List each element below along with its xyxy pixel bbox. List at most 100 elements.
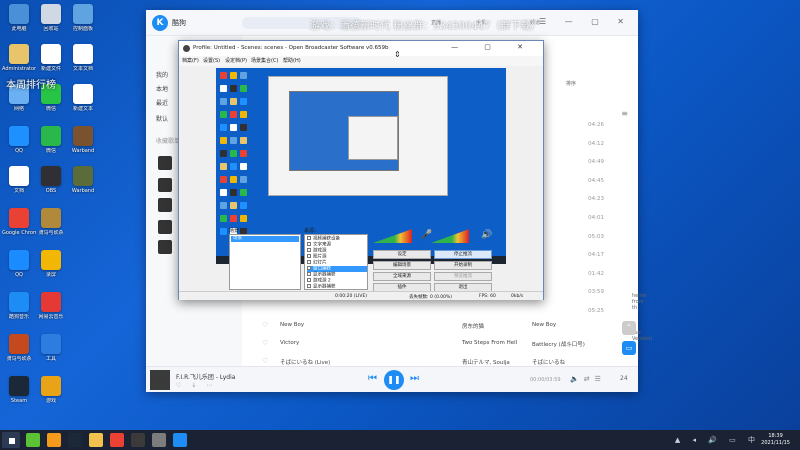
source-item[interactable]: 显示器捕获	[307, 284, 367, 289]
song-row[interactable]: ♡ Victory Two Steps From Hell Battlecry (战斗…	[262, 338, 602, 350]
desktop-icon[interactable]: 文本文档	[66, 44, 100, 82]
pause-button[interactable]: ❚❚	[384, 370, 404, 390]
desktop-icon[interactable]: 微信	[34, 126, 68, 164]
desktop-icon[interactable]: Warband	[66, 126, 100, 164]
sidebar-item-mine[interactable]: 我的	[156, 70, 168, 79]
desktop-icon[interactable]: QQ	[2, 250, 36, 288]
taskbar-app-game-icon[interactable]	[131, 433, 145, 447]
song-title: New Boy	[280, 322, 305, 328]
source-checkbox[interactable]	[307, 278, 311, 282]
song-title: Victory	[280, 340, 300, 346]
like-icon[interactable]: ♡	[262, 339, 268, 347]
global-sources-button[interactable]: 全域来源	[373, 272, 431, 281]
preview-icon	[220, 150, 227, 157]
now-playing-actions[interactable]: ♡ ↓ ⋯	[176, 382, 216, 389]
playlist-thumb[interactable]	[158, 220, 172, 234]
desktop-icon[interactable]: 骑马与砍杀	[2, 334, 36, 372]
scenes-list[interactable]: 场景	[229, 234, 301, 290]
source-checkbox[interactable]	[307, 248, 311, 252]
menu-scene-collection[interactable]: 场景集合(C)	[251, 57, 278, 64]
source-label: 幻灯片	[313, 260, 327, 266]
desktop-icon[interactable]: Google Chrome	[2, 208, 36, 246]
next-icon[interactable]: ⏭	[410, 373, 419, 384]
taskbar-app-obs-icon[interactable]	[152, 433, 166, 447]
volume-icon[interactable]: 🔈⇄☰	[570, 375, 606, 383]
speaker-icon[interactable]: 🔊	[481, 230, 492, 240]
desktop-icon[interactable]: Steam	[2, 376, 36, 414]
desktop-icon[interactable]: 网易云音乐	[34, 292, 68, 330]
source-checkbox[interactable]	[307, 236, 311, 240]
taskbar-app-chrome-icon[interactable]	[110, 433, 124, 447]
album-art[interactable]	[150, 370, 170, 390]
preview-icon	[220, 85, 227, 92]
windows-logo-icon	[9, 438, 15, 444]
scene-item[interactable]: 场景	[231, 236, 299, 242]
clock[interactable]: 18:39 2021/11/15	[761, 433, 790, 447]
preview-icon	[240, 111, 247, 118]
desktop-icon[interactable]: 文档	[2, 166, 36, 204]
scroll-top-icon[interactable]: ⌃	[622, 321, 636, 335]
song-row[interactable]: ♡ New Boy 房东的猫 New Boy	[262, 320, 602, 332]
window-controls[interactable]: ☰ — ▢ ✕	[539, 17, 632, 26]
desktop-icon[interactable]: 骑马与砍杀	[34, 208, 68, 246]
start-button[interactable]	[2, 432, 20, 448]
desktop-icon[interactable]: 酷狗音乐	[2, 292, 36, 330]
desktop-icon[interactable]: QQ	[2, 126, 36, 164]
preview-stream-button[interactable]: 预览推流	[434, 272, 492, 281]
like-icon[interactable]: ♡	[262, 357, 268, 365]
list-view-icon[interactable]: ≡	[621, 109, 628, 118]
like-icon[interactable]: ♡	[262, 321, 268, 329]
desktop-icon[interactable]: 录屏	[34, 250, 68, 288]
desktop-icon[interactable]: 新建文本	[66, 84, 100, 122]
song-duration: 04:01	[588, 215, 604, 221]
menu-help[interactable]: 帮助(H)	[283, 57, 301, 64]
taskbar-app-kugou-icon[interactable]	[173, 433, 187, 447]
source-checkbox[interactable]	[307, 254, 311, 258]
sidebar-item-recent[interactable]: 最近	[156, 98, 168, 107]
playlist-thumb[interactable]	[158, 178, 172, 192]
now-playing-title: F.I.R.飞儿乐团 - Lydia	[176, 374, 236, 381]
menu-profile[interactable]: 设定档(P)	[225, 57, 247, 64]
desktop-icon-label: Google Chrome	[2, 230, 36, 236]
desktop-icon[interactable]: 游戏	[34, 376, 68, 414]
taskbar-app-qq-icon[interactable]	[47, 433, 61, 447]
previous-icon[interactable]: ⏮	[368, 373, 377, 384]
app-icon	[9, 250, 29, 270]
playlist-thumb[interactable]	[158, 156, 172, 170]
taskbar-app-steam-icon[interactable]	[68, 433, 82, 447]
stop-stream-button[interactable]: 停止推流	[434, 250, 492, 259]
menu-settings[interactable]: 设置(S)	[203, 57, 220, 64]
settings-button[interactable]: 设定	[373, 250, 431, 259]
mini-mode-icon[interactable]: ▭	[622, 341, 636, 355]
desktop-icon[interactable]: 此电脑	[2, 4, 36, 42]
sort-dropdown[interactable]: 排序	[566, 80, 576, 87]
preview-icon	[230, 202, 237, 209]
source-checkbox[interactable]	[307, 242, 311, 246]
desktop-icon[interactable]: OBS	[34, 166, 68, 204]
song-artist: Two Steps From Hell	[462, 340, 518, 346]
sidebar-item-local[interactable]: 本地	[156, 84, 168, 93]
window-controls[interactable]: — ▢ ✕	[451, 43, 535, 51]
playlist-count: 24	[620, 375, 628, 382]
sidebar-item-default[interactable]: 默认	[156, 114, 168, 123]
desktop-icon[interactable]: 回收站	[34, 4, 68, 42]
sources-list[interactable]: 视频捕获设备 文字来源 游戏源 图片源 幻灯片 窗口捕获 显示器捕获 游戏源 2 显示器捕获	[304, 234, 368, 290]
playlist-thumb[interactable]	[158, 240, 172, 254]
obs-title-bar[interactable]: Profile: Untitled - Scenes: scenes - Ope…	[179, 41, 543, 56]
source-checkbox[interactable]	[307, 260, 311, 264]
taskbar-app-360-icon[interactable]	[26, 433, 40, 447]
system-tray[interactable]: ▲ ◂ 🔊 ▭ 中	[675, 435, 760, 445]
desktop-icon[interactable]: 工具	[34, 334, 68, 372]
taskbar-app-explorer-icon[interactable]	[89, 433, 103, 447]
source-checkbox[interactable]	[307, 272, 311, 276]
desktop-icon[interactable]: 控制面板	[66, 4, 100, 42]
source-checkbox[interactable]	[307, 284, 311, 288]
start-record-button[interactable]: 开始录制	[434, 261, 492, 270]
edit-scene-button[interactable]: 编辑场景	[373, 261, 431, 270]
source-checkbox[interactable]	[307, 266, 311, 270]
preview-icon	[240, 189, 247, 196]
playlist-thumb[interactable]	[158, 198, 172, 212]
menu-file[interactable]: 档案(F)	[182, 57, 199, 64]
desktop-icon[interactable]: Warband	[66, 166, 100, 204]
app-icon	[9, 334, 29, 354]
